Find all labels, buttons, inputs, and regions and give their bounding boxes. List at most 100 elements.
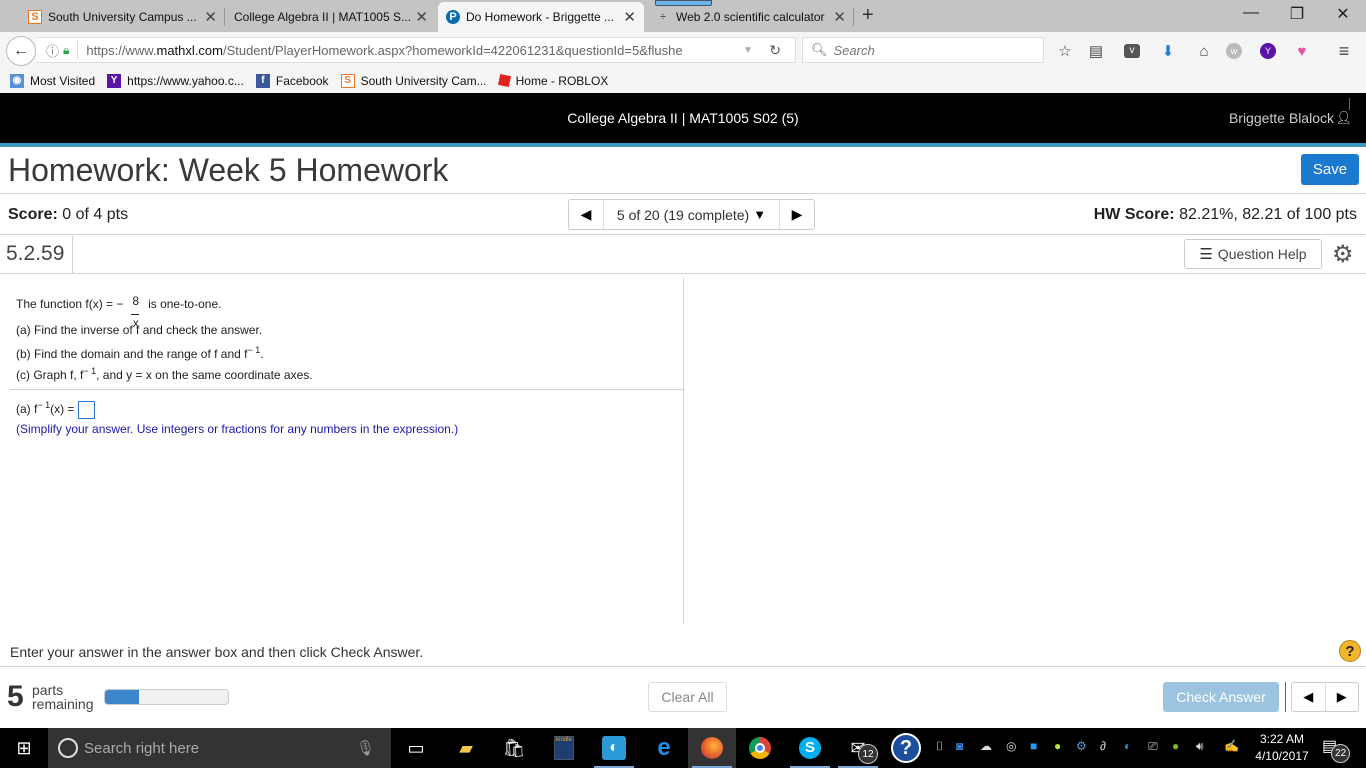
question-part-c: (c) Graph f, f− 1, and y = x on the same… [16,366,313,382]
next-question-button[interactable]: ▶ [780,200,814,229]
close-tab-icon[interactable]: ✕ [623,8,636,26]
bookmark-roblox[interactable]: Home - ROBLOX [497,74,608,88]
kindle-icon[interactable]: kindle [540,728,588,768]
reload-icon[interactable]: ↻ [769,42,781,59]
course-header: College Algebra II | MAT1005 S02 (5) Bri… [0,93,1366,143]
divider [0,273,1366,274]
edge-icon[interactable]: e [640,728,688,768]
usb-icon[interactable]: ⌷ [936,739,943,754]
user-name[interactable]: Briggette Blalock [1229,110,1334,126]
question-help-label: Question Help [1217,246,1307,262]
bookmark-yahoo[interactable]: Y https://www.yahoo.c... [107,73,244,88]
network-icon[interactable]: ⎚ [1148,739,1158,754]
header-divider [1349,98,1350,110]
help-app-icon[interactable]: ? [882,728,930,768]
browser-search-input[interactable]: 🔍︎ Search [802,37,1044,63]
new-tab-button[interactable]: + [862,4,874,27]
user-icon[interactable]: 👤︎ [1335,110,1352,126]
yahoo-extension-icon[interactable]: Y [1258,41,1278,61]
south-university-icon: S [340,73,355,88]
course-title[interactable]: College Algebra II | MAT1005 S02 (5) [0,110,1366,126]
close-tab-icon[interactable]: ✕ [204,8,217,26]
browser-tab-bar: S South University Campus ... ✕ College … [0,0,1366,32]
next-part-button[interactable]: ▶ [1326,683,1359,711]
tab-label: Web 2.0 scientific calculator [676,10,825,24]
store-icon[interactable]: 🛍︎ [490,728,538,768]
progress-fill [105,690,140,704]
tray-app-icon[interactable]: ◙ [956,739,963,753]
tab-college-algebra[interactable]: College Algebra II | MAT1005 S... ✕ [226,2,436,32]
tray-app2-icon[interactable]: ◐ [1124,739,1131,753]
back-arrow-icon: ← [13,42,29,59]
bookmark-facebook[interactable]: f Facebook [255,73,329,88]
skype-icon[interactable]: S [786,728,834,768]
task-view-icon[interactable]: ▭ [392,728,440,768]
chrome-icon[interactable] [736,728,784,768]
taskbar-search-placeholder: Search right here [84,739,200,757]
restore-button[interactable]: ❐ [1274,4,1320,24]
check-answer-button[interactable]: Check Answer [1163,682,1279,712]
pocket-icon[interactable]: v [1122,41,1142,61]
taskbar-search-input[interactable]: Search right here 🎙︎ [48,728,391,768]
tab-separator [224,8,225,26]
start-button[interactable]: ⊞ [0,728,48,768]
facebook-icon: f [255,73,270,88]
home-icon[interactable]: ⌂ [1194,41,1214,61]
bookmark-south-university[interactable]: S South University Cam... [340,73,487,88]
question-selector-dropdown[interactable]: 5 of 20 (19 complete) ▼ [603,200,780,229]
download-icon[interactable]: ⬇ [1158,41,1178,61]
question-number-divider [72,236,73,273]
answer-input[interactable] [77,401,95,419]
question-intro: The function f(x) = − 8 x is one-to-one. [16,295,221,329]
webcam-icon[interactable]: ◎ [1006,739,1016,753]
save-button[interactable]: Save [1301,154,1359,185]
pen-icon[interactable]: ✍ [1224,739,1239,753]
tray-tool-icon[interactable]: ∂ [1100,739,1106,753]
system-clock[interactable]: 3:22 AM 4/10/2017 [1252,731,1312,765]
messenger-icon[interactable]: ■ [1030,739,1037,753]
file-explorer-icon[interactable]: ▰ [442,728,490,768]
close-window-button[interactable]: ✕ [1320,4,1366,24]
menu-icon[interactable]: ≡ [1334,41,1354,61]
steam-icon[interactable]: ⚙ [1076,739,1087,753]
question-number: 5.2.59 [6,242,65,265]
question-divider [10,389,684,390]
score-value: 0 of 4 pts [57,206,129,223]
heart-extension-icon[interactable]: ♥ [1292,41,1312,61]
tray-w-icon[interactable]: ● [1172,739,1179,753]
clock-date: 4/10/2017 [1255,749,1309,763]
gear-icon[interactable]: ⚙ [1332,240,1354,269]
help-icon[interactable]: ? [1339,640,1361,662]
close-tab-icon[interactable]: ✕ [833,8,846,26]
firefox-icon[interactable] [688,728,736,768]
tray-leaf-icon[interactable]: ● [1054,739,1061,753]
button-separator [1285,682,1286,712]
app-icon[interactable]: ◐ [590,728,638,768]
previous-part-button[interactable]: ◀ [1292,683,1326,711]
inverse-superscript: − 1 [83,366,97,376]
cortana-icon [58,738,78,758]
w-extension-icon[interactable]: w [1224,41,1244,61]
url-dropdown-icon[interactable]: ▼ [743,45,753,56]
back-button[interactable]: ← [6,36,36,66]
tab-south-university[interactable]: S South University Campus ... ✕ [20,2,225,32]
page-title: Homework: Week 5 Homework [8,152,449,188]
url-bar[interactable]: ⓘ 🔒︎ https://www. mathxl.com/Student/Play… [36,37,796,63]
instruction-text: Enter your answer in the answer box and … [10,644,424,660]
tab-web-calculator[interactable]: ÷ Web 2.0 scientific calculator ✕ [648,2,854,32]
reading-list-icon[interactable]: ▤ [1086,41,1106,61]
bookmark-star-icon[interactable]: ☆ [1055,41,1075,61]
minimize-button[interactable]: — [1228,4,1274,22]
hw-score-label: HW Score: [1093,206,1175,223]
microphone-icon[interactable]: 🎙︎ [356,739,375,757]
tab-drag-indicator [655,0,712,6]
volume-icon[interactable]: 🔊︎ [1196,739,1204,754]
bookmark-most-visited[interactable]: ◉ Most Visited [10,73,95,88]
previous-question-button[interactable]: ◀ [569,200,603,229]
site-info-icon[interactable]: ⓘ [46,41,59,60]
question-help-button[interactable]: ☰ Question Help [1184,239,1322,269]
tab-do-homework[interactable]: P Do Homework - Briggette ... ✕ [438,2,644,32]
onedrive-icon[interactable]: ☁ [980,739,992,753]
close-tab-icon[interactable]: ✕ [415,8,428,26]
clear-all-button[interactable]: Clear All [648,682,727,712]
